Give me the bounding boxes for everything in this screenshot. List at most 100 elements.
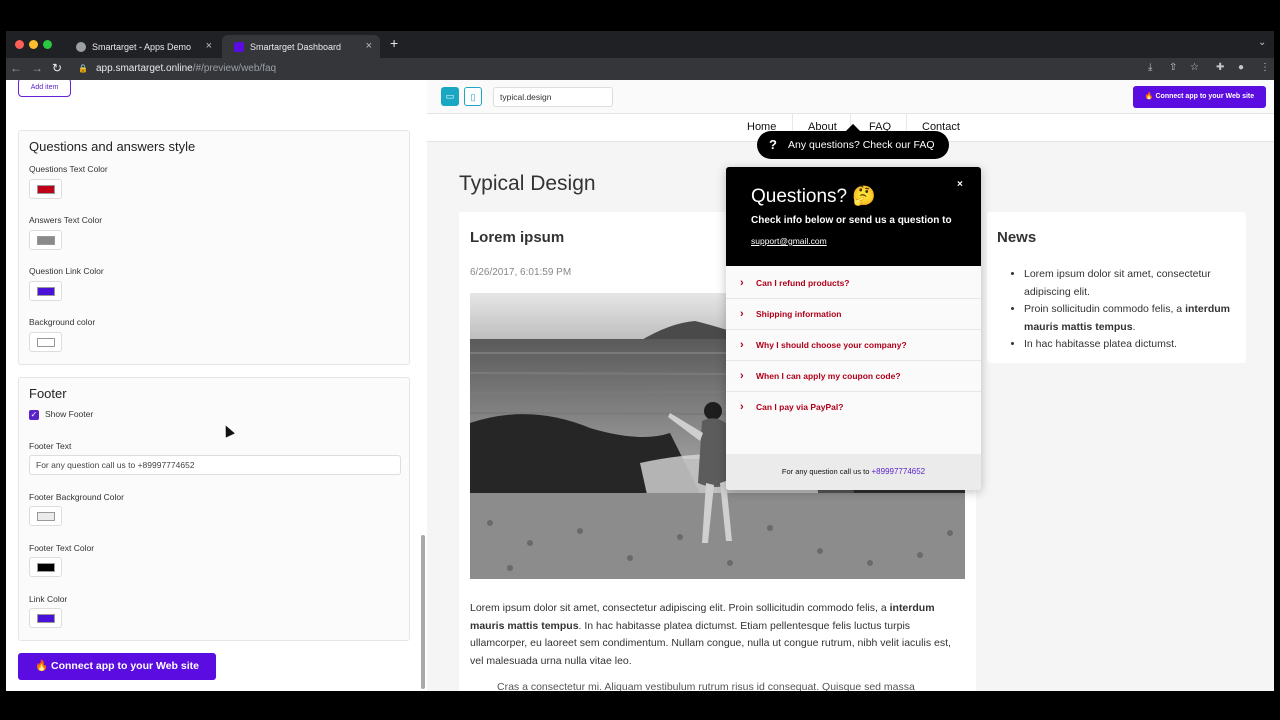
chevron-right-icon: › [740, 277, 744, 289]
forward-icon[interactable]: → [31, 61, 43, 75]
faq-question-text: Can I pay via PayPal? [756, 402, 844, 412]
question-link-color-label: Question Link Color [29, 266, 104, 276]
article-date: 6/26/2017, 6:01:59 PM [470, 267, 572, 278]
color-swatch [37, 287, 55, 296]
footer-text-color-label: Footer Text Color [29, 543, 95, 553]
color-swatch [37, 614, 55, 623]
chevron-right-icon: › [740, 370, 744, 382]
news-item-text: Proin sollicitudin commodo felis, a [1024, 303, 1186, 315]
faq-footer-phone-link[interactable]: +89997774652 [872, 467, 926, 476]
connect-app-button[interactable]: 🔥 Connect app to your Web site [18, 653, 216, 680]
background-color-label: Background color [29, 317, 96, 327]
article-title: Lorem ipsum [470, 229, 565, 246]
install-icon[interactable]: ⤓ [1148, 62, 1152, 73]
chevron-right-icon: › [740, 401, 744, 413]
site-title: Typical Design [459, 172, 596, 195]
faq-subtitle: Check info below or send us a question t… [751, 215, 952, 226]
questions-text-color-picker[interactable] [29, 179, 62, 199]
footer-text-input[interactable]: For any question call us to +89997774652 [29, 455, 401, 475]
tab-favicon-icon [234, 41, 244, 52]
faq-header: Questions? 🤔 × Check info below or send … [726, 167, 981, 266]
browser-toolbar: ← → ↻ 🔒 app.smartarget.online/#/preview/… [6, 58, 1274, 80]
support-email-link[interactable]: support@gmail.com [751, 236, 827, 246]
close-tab-icon[interactable]: × [366, 40, 372, 52]
back-icon[interactable]: ← [10, 61, 22, 75]
color-swatch [37, 563, 55, 572]
card-title: Questions and answers style [29, 139, 196, 154]
minimize-window-icon[interactable] [29, 40, 38, 49]
mobile-view-icon[interactable]: ▯ [464, 87, 482, 106]
color-swatch [37, 512, 55, 521]
reload-icon[interactable]: ↻ [52, 61, 62, 75]
connect-app-button-top[interactable]: 🔥 Connect app to your Web site [1133, 86, 1266, 108]
news-item-text: Lorem ipsum dolor sit amet, consectetur … [1024, 268, 1211, 298]
faq-question-item[interactable]: › Can I refund products? [726, 268, 981, 299]
tab-search-icon[interactable]: ⌄ [1258, 37, 1266, 48]
profile-icon[interactable]: ● [1238, 62, 1244, 73]
extensions-icon[interactable]: ✚ [1216, 62, 1224, 73]
news-card: News Lorem ipsum dolor sit amet, consect… [987, 212, 1246, 363]
news-item-text: . [1132, 320, 1136, 333]
link-color-picker[interactable] [29, 608, 62, 628]
faq-question-item[interactable]: › Can I pay via PayPal? [726, 392, 981, 423]
faq-question-text: Why I should choose your company? [756, 340, 907, 350]
tab-favicon-icon [76, 41, 86, 52]
browser-tab-apps-demo[interactable]: Smartarget - Apps Demo × [64, 35, 220, 58]
footer-text-label: Footer Text [29, 441, 72, 451]
faq-popup: Questions? 🤔 × Check info below or send … [726, 167, 981, 490]
news-item-text: In hac habitasse platea dictumst. [1024, 338, 1177, 350]
color-swatch [37, 236, 55, 245]
faq-question-item[interactable]: › When I can apply my coupon code? [726, 361, 981, 392]
color-swatch [37, 185, 55, 194]
browser-tab-bar: Smartarget - Apps Demo × Smartarget Dash… [6, 31, 1274, 58]
faq-question-text: Can I refund products? [756, 278, 850, 288]
close-window-icon[interactable] [15, 40, 24, 49]
answers-text-color-label: Answers Text Color [29, 215, 103, 225]
menu-icon[interactable]: ⋮ [1260, 62, 1270, 73]
tab-title: Smartarget Dashboard [250, 41, 342, 52]
color-swatch [37, 338, 55, 347]
scrollbar-thumb[interactable] [421, 535, 425, 689]
maximize-window-icon[interactable] [43, 40, 52, 49]
faq-question-text: When I can apply my coupon code? [756, 371, 901, 381]
faq-trigger-label: Any questions? Check our FAQ [788, 139, 935, 151]
link-color-label: Link Color [29, 594, 68, 604]
news-item: Proin sollicitudin commodo felis, a inte… [1024, 301, 1244, 336]
faq-question-item[interactable]: › Shipping information [726, 299, 981, 330]
show-footer-checkbox[interactable]: ✓ [29, 410, 39, 420]
faq-question-item[interactable]: › Why I should choose your company? [726, 330, 981, 361]
footer-background-color-picker[interactable] [29, 506, 62, 526]
question-link-color-picker[interactable] [29, 281, 62, 301]
article-body: Lorem ipsum dolor sit amet, consectetur … [470, 600, 967, 670]
chevron-right-icon: › [740, 308, 744, 320]
close-icon[interactable]: × [957, 179, 963, 190]
answers-text-color-picker[interactable] [29, 230, 62, 250]
add-item-button[interactable]: Add item [18, 80, 71, 97]
share-icon[interactable]: ⇧ [1169, 62, 1177, 73]
lock-icon: 🔒 [78, 64, 88, 73]
news-item: Lorem ipsum dolor sit amet, consectetur … [1024, 266, 1244, 301]
news-list: Lorem ipsum dolor sit amet, consectetur … [1024, 266, 1244, 354]
article-body-text: Lorem ipsum dolor sit amet, consectetur … [470, 602, 890, 614]
browser-tab-dashboard[interactable]: Smartarget Dashboard × [222, 35, 380, 58]
article-body-cut: Cras a consectetur mi. Aliquam vestibulu… [497, 681, 915, 691]
chevron-right-icon: › [740, 339, 744, 351]
footer-text-color-picker[interactable] [29, 557, 62, 577]
questions-text-color-label: Questions Text Color [29, 164, 108, 174]
faq-title: Questions? 🤔 [751, 186, 877, 207]
domain-input[interactable]: typical.design [493, 87, 613, 107]
footer-card: Footer ✓ Show Footer Footer Text For any… [18, 377, 410, 641]
desktop-view-icon[interactable]: ▭ [441, 87, 459, 106]
background-color-picker[interactable] [29, 332, 62, 352]
screen-frame: Smartarget - Apps Demo × Smartarget Dash… [0, 0, 1280, 720]
new-tab-icon[interactable]: + [390, 35, 398, 51]
faq-footer-text: For any question call us to [781, 467, 872, 476]
address-bar[interactable]: 🔒 app.smartarget.online/#/preview/web/fa… [78, 60, 1128, 78]
close-tab-icon[interactable]: × [206, 40, 212, 52]
url-path: /#/preview/web/faq [192, 63, 277, 74]
footer-background-color-label: Footer Background Color [29, 492, 124, 502]
preview-toolbar: ▭ ▯ typical.design 🔥 Connect app to your… [427, 80, 1274, 114]
show-footer-label: Show Footer [45, 409, 94, 419]
faq-trigger-button[interactable]: ? Any questions? Check our FAQ [757, 123, 949, 159]
bookmark-star-icon[interactable]: ☆ [1190, 62, 1199, 73]
